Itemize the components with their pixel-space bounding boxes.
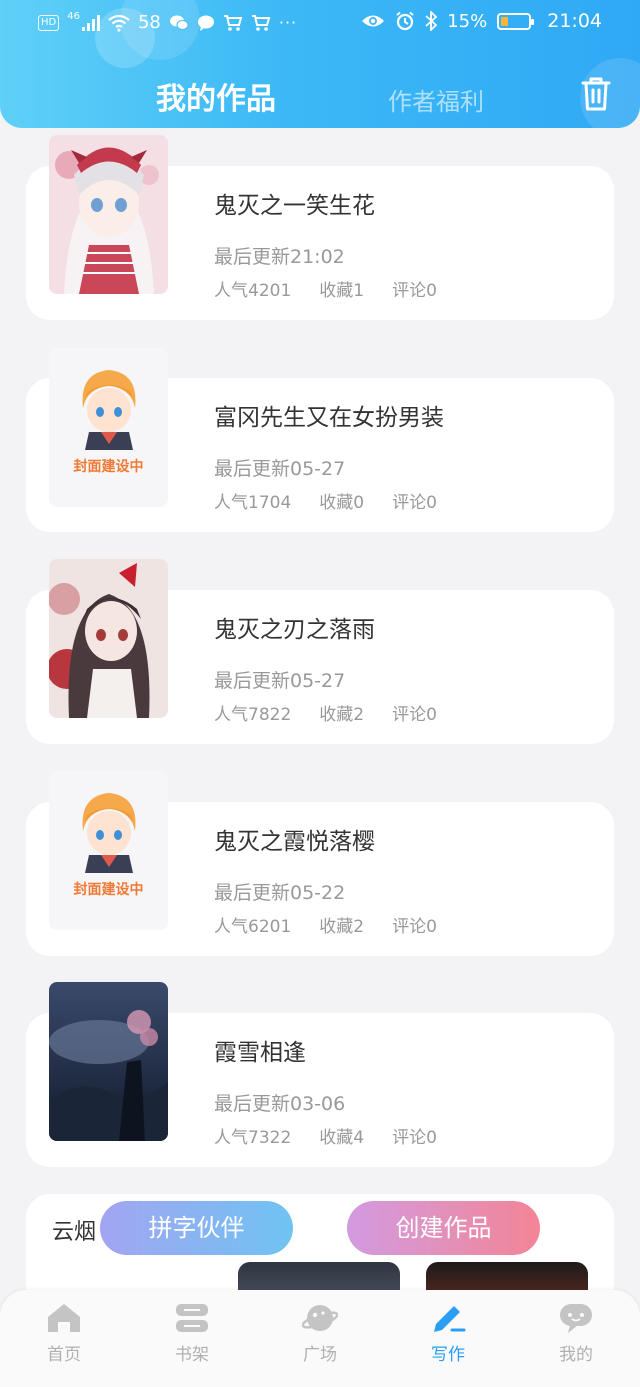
nav-bookshelf[interactable]: 书架 (152, 1302, 232, 1365)
more-icon: ··· (278, 13, 298, 32)
home-icon (48, 1304, 80, 1332)
book-comments: 评论0 (392, 917, 437, 937)
book-stats: 人气4201 收藏1 评论0 (214, 276, 437, 301)
nav-home[interactable]: 首页 (24, 1302, 104, 1365)
profile-chat-icon (560, 1304, 592, 1333)
book-cover-placeholder[interactable]: 封面建设中 (49, 348, 168, 507)
book-favorites: 收藏2 (319, 705, 365, 725)
bottom-nav: 首页 书架 广场 写作 我的 (0, 1290, 640, 1387)
tab-author-benefits[interactable]: 作者福利 (388, 82, 484, 117)
book-updated: 最后更新05-27 (214, 458, 346, 480)
battery-icon (497, 12, 535, 30)
nav-label: 广场 (303, 1345, 337, 1365)
book-title: 云烟 (52, 1220, 97, 1245)
chat-icon (197, 15, 214, 31)
cover-placeholder-text: 封面建设中 (73, 882, 144, 898)
book-popularity: 人气4201 (214, 281, 292, 301)
book-title: 鬼灭之刃之落雨 (214, 617, 375, 643)
cart-icon (223, 14, 243, 31)
book-comments: 评论0 (392, 493, 437, 513)
bookshelf-icon (176, 1304, 208, 1332)
book-updated: 最后更新05-27 (214, 670, 346, 692)
alarm-icon (396, 11, 414, 31)
book-popularity: 人气1704 (214, 493, 292, 513)
book-favorites: 收藏4 (319, 1128, 365, 1148)
nav-label: 首页 (47, 1345, 81, 1365)
book-title: 霞雪相逢 (214, 1040, 306, 1066)
book-popularity: 人气7822 (214, 705, 292, 725)
wifi-icon (108, 14, 130, 32)
nav-profile[interactable]: 我的 (536, 1302, 616, 1365)
hd-icon: HD (38, 14, 60, 31)
book-stats: 人气7822 收藏2 评论0 (214, 700, 437, 725)
clock: 21:04 (547, 10, 602, 32)
network-type: 46 (67, 11, 80, 22)
nav-writing[interactable]: 写作 (408, 1302, 488, 1365)
book-cover[interactable] (49, 135, 168, 294)
app-header: HD 46 58 ··· 15% 21:04 我的作品 作者福利 (0, 0, 640, 128)
book-stats: 人气6201 收藏2 评论0 (214, 912, 437, 937)
book-favorites: 收藏0 (319, 493, 365, 513)
pen-icon (434, 1306, 466, 1332)
book-title: 富冈先生又在女扮男装 (214, 405, 444, 431)
battery-percent: 15% (447, 10, 488, 32)
book-updated: 最后更新03-06 (214, 1093, 346, 1115)
nav-label: 写作 (431, 1345, 465, 1365)
book-updated: 最后更新05-22 (214, 882, 346, 904)
book-cover-placeholder[interactable]: 封面建设中 (49, 771, 168, 930)
book-comments: 评论0 (392, 705, 437, 725)
book-favorites: 收藏1 (319, 281, 365, 301)
book-popularity: 人气6201 (214, 917, 292, 937)
cart-icon (251, 14, 271, 31)
wechat-icon (169, 15, 189, 30)
writing-partner-button[interactable]: 拼字伙伴 (100, 1201, 293, 1255)
book-cover[interactable] (49, 559, 168, 718)
book-popularity: 人气7322 (214, 1128, 292, 1148)
nav-label: 书架 (175, 1345, 209, 1365)
eye-icon (362, 15, 385, 27)
nav-label: 我的 (559, 1345, 593, 1365)
signal-icon (81, 14, 100, 31)
book-cover[interactable] (49, 982, 168, 1141)
nav-square[interactable]: 广场 (280, 1302, 360, 1365)
cover-placeholder-text: 封面建设中 (73, 459, 144, 475)
status-bar: HD 46 58 ··· 15% 21:04 (0, 0, 640, 46)
book-title: 鬼灭之霞悦落樱 (214, 829, 375, 855)
tab-my-works[interactable]: 我的作品 (156, 74, 276, 118)
create-work-button[interactable]: 创建作品 (347, 1201, 540, 1255)
trash-icon[interactable] (580, 76, 612, 112)
book-comments: 评论0 (392, 1128, 437, 1148)
book-title: 鬼灭之一笑生花 (214, 193, 375, 219)
book-favorites: 收藏2 (319, 917, 365, 937)
book-stats: 人气1704 收藏0 评论0 (214, 488, 437, 513)
book-comments: 评论0 (392, 281, 437, 301)
book-stats: 人气7322 收藏4 评论0 (214, 1123, 437, 1148)
notification-count: 58 (137, 12, 161, 33)
bluetooth-icon (425, 11, 438, 31)
planet-icon (302, 1305, 338, 1331)
book-updated: 最后更新21:02 (214, 246, 345, 268)
